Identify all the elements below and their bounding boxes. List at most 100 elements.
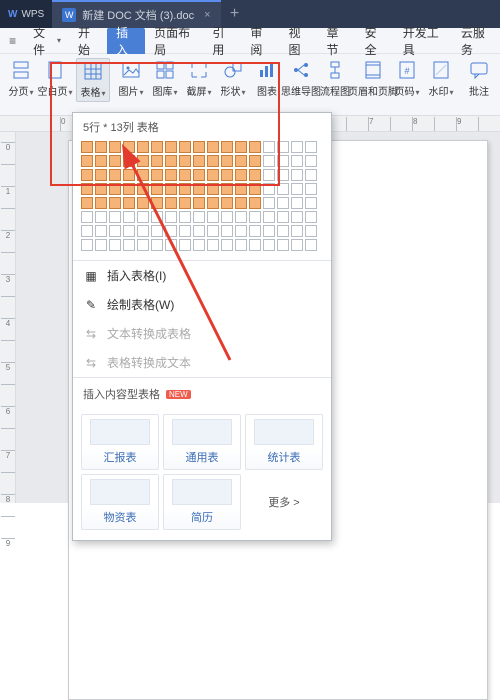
grid-cell[interactable] [291,211,303,223]
grid-cell[interactable] [151,169,163,181]
grid-cell[interactable] [95,225,107,237]
grid-cell[interactable] [193,155,205,167]
grid-cell[interactable] [193,211,205,223]
close-tab-icon[interactable]: × [204,9,210,21]
grid-cell[interactable] [305,141,317,153]
grid-cell[interactable] [81,155,93,167]
grid-cell[interactable] [95,197,107,209]
grid-cell[interactable] [207,197,219,209]
grid-cell[interactable] [123,225,135,237]
grid-cell[interactable] [235,239,247,251]
grid-cell[interactable] [165,225,177,237]
grid-cell[interactable] [193,141,205,153]
grid-cell[interactable] [249,211,261,223]
grid-cell[interactable] [221,225,233,237]
grid-cell[interactable] [207,239,219,251]
grid-cell[interactable] [179,183,191,195]
grid-cell[interactable] [193,169,205,181]
grid-cell[interactable] [277,169,289,181]
grid-cell[interactable] [263,239,275,251]
insert-table-item[interactable]: ▦ 插入表格(I) [73,261,331,290]
grid-cell[interactable] [165,183,177,195]
grid-cell[interactable] [221,211,233,223]
grid-cell[interactable] [137,169,149,181]
grid-cell[interactable] [305,169,317,181]
grid-cell[interactable] [235,155,247,167]
grid-cell[interactable] [221,155,233,167]
grid-cell[interactable] [277,141,289,153]
grid-cell[interactable] [193,239,205,251]
file-menu[interactable]: 文件 [25,24,69,58]
grid-cell[interactable] [221,141,233,153]
grid-cell[interactable] [151,141,163,153]
grid-cell[interactable] [263,169,275,181]
grid-cell[interactable] [95,169,107,181]
grid-cell[interactable] [207,141,219,153]
grid-cell[interactable] [179,197,191,209]
grid-cell[interactable] [179,239,191,251]
grid-cell[interactable] [137,211,149,223]
grid-cell[interactable] [109,211,121,223]
draw-table-item[interactable]: ✎ 绘制表格(W) [73,290,331,319]
grid-cell[interactable] [263,141,275,153]
ribbon-tab-4[interactable]: 审阅 [241,28,279,54]
grid-cell[interactable] [249,169,261,181]
template-card[interactable]: 统计表 [245,414,323,470]
grid-cell[interactable] [179,141,191,153]
blank-page-button[interactable]: 空白页 [38,58,72,100]
grid-cell[interactable] [305,197,317,209]
grid-cell[interactable] [207,211,219,223]
grid-cell[interactable] [95,155,107,167]
comment-button[interactable]: 批注 [462,58,496,100]
watermark-button[interactable]: 水印 [424,58,458,100]
grid-cell[interactable] [151,155,163,167]
grid-cell[interactable] [95,183,107,195]
grid-cell[interactable] [305,239,317,251]
grid-cell[interactable] [123,183,135,195]
grid-cell[interactable] [137,197,149,209]
flowchart-button[interactable]: 流程图 [318,58,352,100]
grid-cell[interactable] [165,197,177,209]
grid-cell[interactable] [123,141,135,153]
grid-cell[interactable] [95,239,107,251]
ribbon-tab-3[interactable]: 引用 [203,28,241,54]
grid-cell[interactable] [305,155,317,167]
grid-cell[interactable] [221,169,233,181]
grid-cell[interactable] [165,239,177,251]
grid-cell[interactable] [165,155,177,167]
grid-cell[interactable] [81,197,93,209]
template-card[interactable]: 汇报表 [81,414,159,470]
grid-cell[interactable] [137,183,149,195]
grid-cell[interactable] [179,225,191,237]
grid-cell[interactable] [263,225,275,237]
grid-cell[interactable] [193,183,205,195]
picture-button[interactable]: 图片 [114,58,148,100]
grid-cell[interactable] [305,183,317,195]
grid-cell[interactable] [193,197,205,209]
template-card[interactable]: 简历 [163,474,241,530]
grid-cell[interactable] [249,239,261,251]
gallery-button[interactable]: 图库 [148,58,182,100]
grid-cell[interactable] [151,225,163,237]
grid-cell[interactable] [221,183,233,195]
ribbon-tab-5[interactable]: 视图 [279,28,317,54]
grid-cell[interactable] [291,141,303,153]
grid-cell[interactable] [235,183,247,195]
grid-cell[interactable] [235,141,247,153]
grid-cell[interactable] [137,141,149,153]
grid-cell[interactable] [137,155,149,167]
new-tab-button[interactable]: + [221,5,249,23]
grid-cell[interactable] [249,197,261,209]
grid-cell[interactable] [151,211,163,223]
grid-cell[interactable] [305,225,317,237]
grid-cell[interactable] [109,197,121,209]
chart-button[interactable]: 图表 [250,58,284,100]
grid-cell[interactable] [179,211,191,223]
template-card[interactable]: 物资表 [81,474,159,530]
ribbon-tab-1[interactable]: 插入 [107,28,145,54]
ribbon-tab-7[interactable]: 安全 [356,28,394,54]
grid-cell[interactable] [291,239,303,251]
grid-cell[interactable] [81,211,93,223]
grid-cell[interactable] [207,183,219,195]
grid-cell[interactable] [109,155,121,167]
